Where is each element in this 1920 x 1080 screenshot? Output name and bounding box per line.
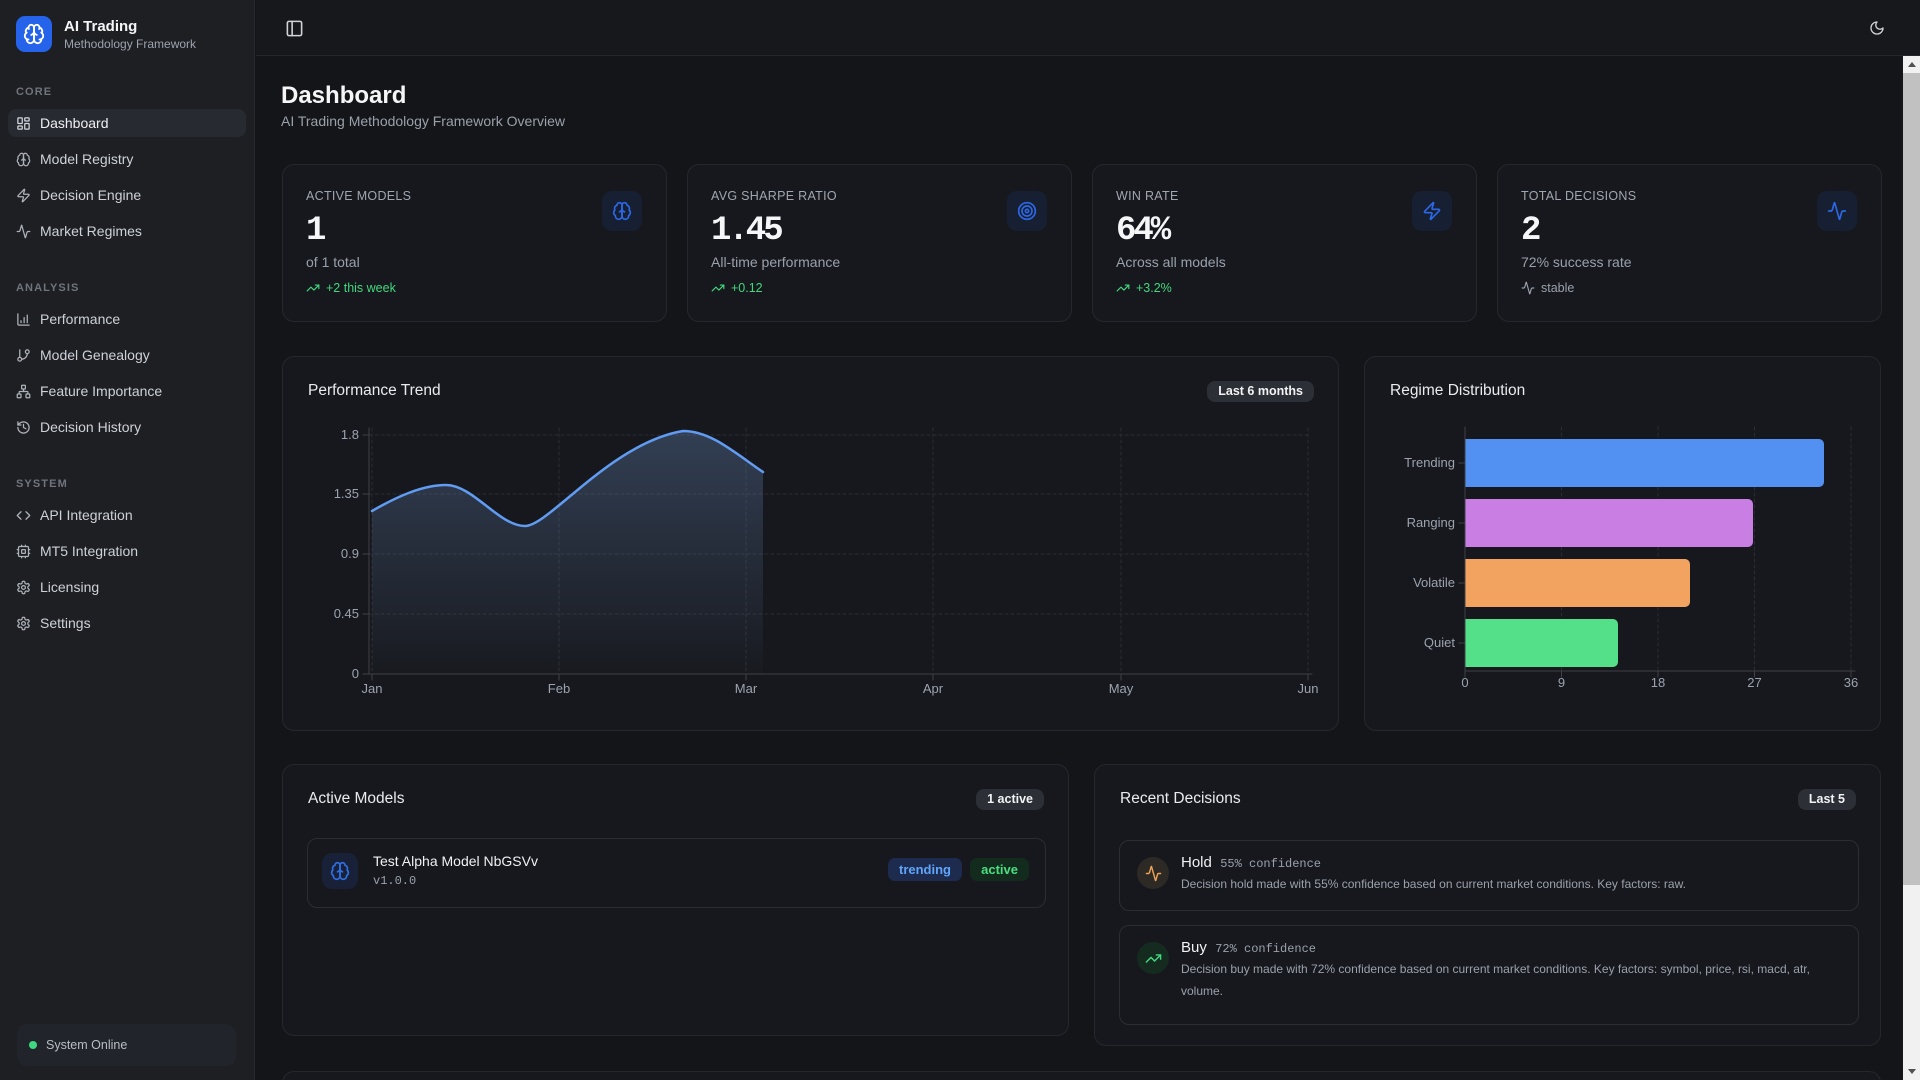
- svg-text:1.35: 1.35: [334, 486, 359, 501]
- svg-text:Jun: Jun: [1298, 681, 1319, 696]
- svg-text:0.45: 0.45: [334, 606, 359, 621]
- svg-text:Ranging: Ranging: [1407, 515, 1455, 530]
- svg-text:May: May: [1109, 681, 1134, 696]
- svg-text:Trending: Trending: [1404, 455, 1455, 470]
- svg-text:Quiet: Quiet: [1424, 635, 1455, 650]
- svg-text:Jan: Jan: [362, 681, 383, 696]
- svg-text:0: 0: [352, 666, 359, 681]
- svg-text:18: 18: [1651, 675, 1665, 690]
- svg-text:36: 36: [1844, 675, 1858, 690]
- svg-text:1.8: 1.8: [341, 427, 359, 442]
- svg-text:0: 0: [1461, 675, 1468, 690]
- svg-text:Feb: Feb: [548, 681, 570, 696]
- svg-text:Volatile: Volatile: [1413, 575, 1455, 590]
- svg-text:Mar: Mar: [735, 681, 758, 696]
- svg-text:27: 27: [1747, 675, 1761, 690]
- svg-text:9: 9: [1558, 675, 1565, 690]
- svg-text:Apr: Apr: [923, 681, 944, 696]
- svg-text:0.9: 0.9: [341, 546, 359, 561]
